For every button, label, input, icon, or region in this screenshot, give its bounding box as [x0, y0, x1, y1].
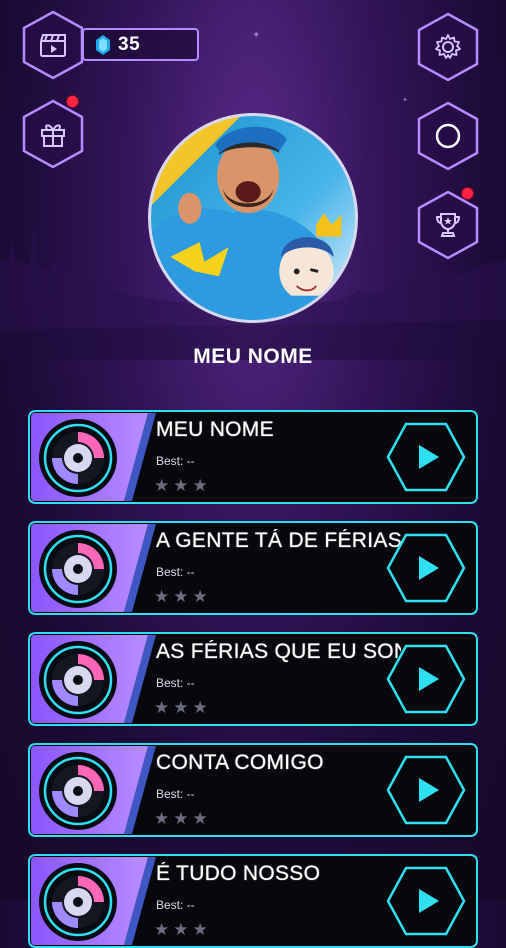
gear-icon [435, 34, 461, 59]
disc-icon [39, 419, 117, 497]
notification-dot [66, 95, 79, 108]
play-button[interactable] [386, 865, 466, 937]
song-stars: ★★★ [154, 809, 212, 828]
song-title: A GENTE TÁ DE FÉRIAS [156, 529, 401, 552]
sparkle: ✦ [252, 30, 261, 41]
circle-icon [435, 123, 461, 149]
clapperboard-icon [40, 34, 66, 57]
song-best-score: Best: -- [156, 676, 195, 690]
play-button[interactable] [386, 643, 466, 715]
song-stars: ★★★ [154, 698, 212, 717]
disc-icon [39, 641, 117, 719]
record-button[interactable] [416, 100, 480, 172]
sparkle: ✦ [402, 97, 408, 104]
disc-icon [39, 863, 117, 941]
song-title: MEU NOME [156, 418, 274, 441]
song-title: É TUDO NOSSO [156, 862, 321, 885]
song-stars: ★★★ [154, 920, 212, 939]
song-card[interactable]: AS FÉRIAS QUE EU SONHEI Best: -- ★★★ [28, 632, 478, 726]
avatar-image [151, 126, 342, 320]
song-best-score: Best: -- [156, 787, 195, 801]
videos-button[interactable] [21, 9, 85, 81]
profile-avatar[interactable] [148, 113, 358, 323]
profile-name: MEU NOME [193, 345, 313, 368]
play-button[interactable] [386, 532, 466, 604]
gem-count: 35 [118, 33, 141, 55]
song-card[interactable]: MEU NOME Best: -- ★★★ [28, 410, 478, 504]
trophy-button[interactable] [416, 187, 480, 261]
gem-icon [96, 34, 110, 55]
song-title: CONTA COMIGO [156, 751, 324, 774]
song-best-score: Best: -- [156, 454, 195, 468]
disc-icon [39, 530, 117, 608]
play-button[interactable] [386, 421, 466, 493]
song-title: AS FÉRIAS QUE EU SONHEI [156, 640, 401, 663]
song-card[interactable]: A GENTE TÁ DE FÉRIAS Best: -- ★★★ [28, 521, 478, 615]
gem-counter: 35 [82, 28, 199, 61]
song-card[interactable]: É TUDO NOSSO Best: -- ★★★ [28, 854, 478, 948]
song-best-score: Best: -- [156, 565, 195, 579]
trophy-icon [435, 213, 461, 237]
gift-button[interactable] [21, 95, 85, 170]
gift-icon [41, 124, 65, 147]
song-stars: ★★★ [154, 476, 212, 495]
song-best-score: Best: -- [156, 898, 195, 912]
notification-dot [461, 187, 474, 200]
play-button[interactable] [386, 754, 466, 826]
song-stars: ★★★ [154, 587, 212, 606]
song-card[interactable]: CONTA COMIGO Best: -- ★★★ [28, 743, 478, 837]
settings-button[interactable] [416, 11, 480, 83]
disc-icon [39, 752, 117, 830]
